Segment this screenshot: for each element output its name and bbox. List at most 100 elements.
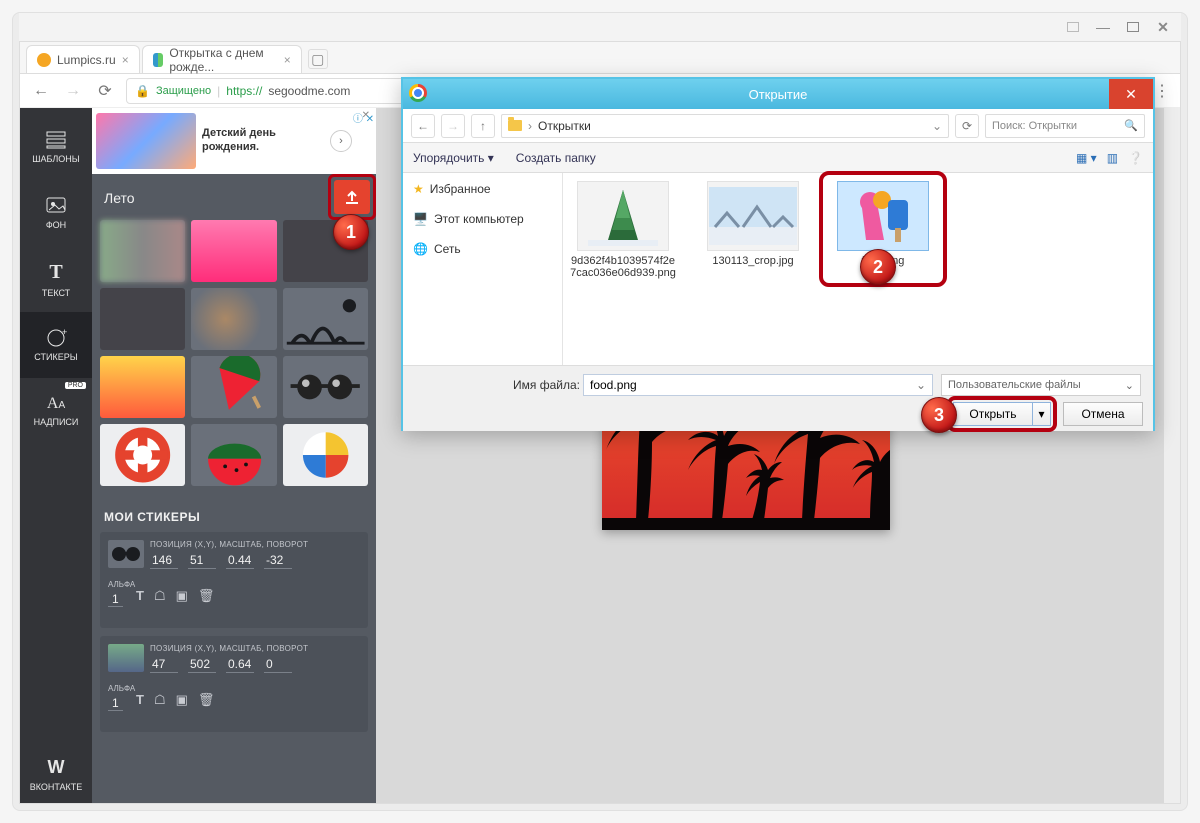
nav-templates[interactable]: ШАБЛОНЫ xyxy=(20,114,92,180)
dialog-title: Открытие xyxy=(749,87,808,102)
dialog-refresh-button[interactable]: ⟳ xyxy=(955,114,979,138)
sticker-item[interactable] xyxy=(191,356,276,418)
dialog-back-button[interactable]: ← xyxy=(411,114,435,138)
browser-tab-segoodme[interactable]: Открытка с днем рожде... × xyxy=(142,45,302,73)
view-mode-button[interactable]: ▦ ▾ xyxy=(1076,151,1097,165)
text-icon: T xyxy=(49,261,62,284)
nav-vkontakte[interactable]: W ВКОНТАКТЕ xyxy=(20,745,92,803)
mask-icon[interactable]: ☖ xyxy=(154,692,166,708)
nav-label: СТИКЕРЫ xyxy=(34,352,77,362)
chrome-icon xyxy=(409,84,427,102)
delete-icon[interactable]: 🗑 xyxy=(198,588,215,604)
sticker-item[interactable] xyxy=(100,288,185,350)
sticker-item[interactable] xyxy=(283,288,368,350)
prop-thumb[interactable] xyxy=(108,644,144,672)
prop-values: 47 502 0.64 0 xyxy=(150,656,292,673)
prop-y[interactable]: 51 xyxy=(188,552,216,569)
filetype-select[interactable]: Пользовательские файлы ⌄ xyxy=(941,374,1141,396)
lock-icon: 🔒 xyxy=(135,84,150,98)
window-minimize-button[interactable]: — xyxy=(1093,17,1113,37)
tab-title: Открытка с днем рожде... xyxy=(169,46,277,74)
adchoices-icon[interactable]: ⓘ ✕ xyxy=(353,110,374,125)
dialog-forward-button[interactable]: → xyxy=(441,114,465,138)
prop-thumb[interactable] xyxy=(108,540,144,568)
dialog-close-button[interactable]: ✕ xyxy=(1109,79,1153,109)
nav-labels[interactable]: PRO AA НАДПИСИ xyxy=(20,378,92,444)
tree-this-pc[interactable]: 🖥️Этот компьютер xyxy=(411,209,554,229)
tree-network[interactable]: 🌐Сеть xyxy=(411,239,554,259)
os-window-titlebar: — ✕ xyxy=(19,13,1181,41)
bold-icon[interactable]: T xyxy=(136,692,144,708)
tab-close-icon[interactable]: × xyxy=(284,53,291,67)
window-close-button[interactable]: ✕ xyxy=(1153,17,1173,37)
prop-action-icons: T ☖ ▣ 🗑 xyxy=(136,692,214,708)
sticker-item[interactable] xyxy=(100,356,185,418)
svg-text:+: + xyxy=(62,328,67,337)
layer-up-icon[interactable]: ▣ xyxy=(176,588,188,604)
secure-label: Защищено xyxy=(156,85,211,97)
organize-menu[interactable]: Упорядочить ▾ xyxy=(413,151,494,165)
highlight-step3 xyxy=(947,396,1057,432)
dialog-titlebar: Открытие ✕ xyxy=(403,79,1153,109)
side-panel: Детский день рождения. › ✕ ⓘ ✕ Лето xyxy=(92,108,376,803)
tab-close-icon[interactable]: × xyxy=(122,53,129,67)
tree-favorites[interactable]: ★Избранное xyxy=(411,179,554,199)
prop-scale[interactable]: 0.64 xyxy=(226,656,254,673)
stickers-icon: + xyxy=(45,328,67,348)
forward-button[interactable]: → xyxy=(62,80,84,102)
back-button[interactable]: ← xyxy=(30,80,52,102)
dialog-search[interactable]: Поиск: Открытки 🔍 xyxy=(985,114,1145,138)
filetype-value: Пользовательские файлы xyxy=(948,379,1081,391)
sticker-item[interactable] xyxy=(191,220,276,282)
sticker-item[interactable] xyxy=(100,220,185,282)
prop-x[interactable]: 146 xyxy=(150,552,178,569)
prop-x[interactable]: 47 xyxy=(150,656,178,673)
alpha-value[interactable]: 1 xyxy=(108,592,123,607)
vk-icon: W xyxy=(48,757,65,778)
ad-next-icon[interactable]: › xyxy=(330,130,352,152)
nav-label: ШАБЛОНЫ xyxy=(32,154,80,164)
file-item[interactable]: 9d362f4b1039574f2e7cac036e06d939.png xyxy=(569,181,677,279)
cancel-button[interactable]: Отмена xyxy=(1063,402,1143,426)
new-tab-button[interactable]: ▢ xyxy=(308,49,328,69)
ad-banner[interactable]: Детский день рождения. › ✕ xyxy=(92,108,376,174)
step-badge-1: 1 xyxy=(333,214,369,250)
prop-y[interactable]: 502 xyxy=(188,656,216,673)
titlebar-unknown-icon[interactable] xyxy=(1063,17,1083,37)
chrome-menu-button[interactable]: ⋮ xyxy=(1154,81,1170,101)
step-badge-2: 2 xyxy=(860,249,896,285)
bold-icon[interactable]: T xyxy=(136,588,144,604)
prop-scale[interactable]: 0.44 xyxy=(226,552,254,569)
prop-rot[interactable]: 0 xyxy=(264,656,292,673)
dialog-up-button[interactable]: ↑ xyxy=(471,114,495,138)
sticker-item[interactable] xyxy=(283,424,368,486)
browser-tab-lumpics[interactable]: Lumpics.ru × xyxy=(26,45,140,73)
chevron-down-icon: ⌄ xyxy=(1125,379,1134,392)
layer-up-icon[interactable]: ▣ xyxy=(176,692,188,708)
category-header[interactable]: Лето xyxy=(104,184,328,212)
prop-rot[interactable]: -32 xyxy=(264,552,292,569)
dialog-path[interactable]: › Открытки ⌄ xyxy=(501,114,949,138)
window-maximize-button[interactable] xyxy=(1123,17,1143,37)
sticker-item[interactable] xyxy=(191,288,276,350)
sticker-item[interactable] xyxy=(191,424,276,486)
filename-input[interactable]: food.png ⌄ xyxy=(583,374,933,396)
new-folder-button[interactable]: Создать папку xyxy=(516,151,596,165)
sticker-item[interactable] xyxy=(283,356,368,418)
reload-button[interactable]: ⟳ xyxy=(94,80,116,102)
nav-text[interactable]: T ТЕКСТ xyxy=(20,246,92,312)
alpha-value[interactable]: 1 xyxy=(108,696,123,711)
browser-tabstrip: Lumpics.ru × Открытка с днем рожде... × … xyxy=(20,42,1180,74)
sticker-item[interactable] xyxy=(100,424,185,486)
sticker-grid xyxy=(100,220,368,486)
file-open-dialog: Открытие ✕ ← → ↑ › Открытки ⌄ ⟳ Поиск: О… xyxy=(401,77,1155,431)
chevron-down-icon[interactable]: ⌄ xyxy=(916,378,926,392)
help-button[interactable]: ❔ xyxy=(1128,151,1143,165)
file-item[interactable]: 130113_crop.jpg xyxy=(699,181,807,267)
delete-icon[interactable]: 🗑 xyxy=(198,692,215,708)
mask-icon[interactable]: ☖ xyxy=(154,588,166,604)
vertical-scrollbar[interactable] xyxy=(1164,108,1180,803)
nav-stickers[interactable]: + СТИКЕРЫ xyxy=(20,312,92,378)
nav-background[interactable]: ФОН xyxy=(20,180,92,246)
preview-pane-button[interactable]: ▥ xyxy=(1107,151,1118,165)
